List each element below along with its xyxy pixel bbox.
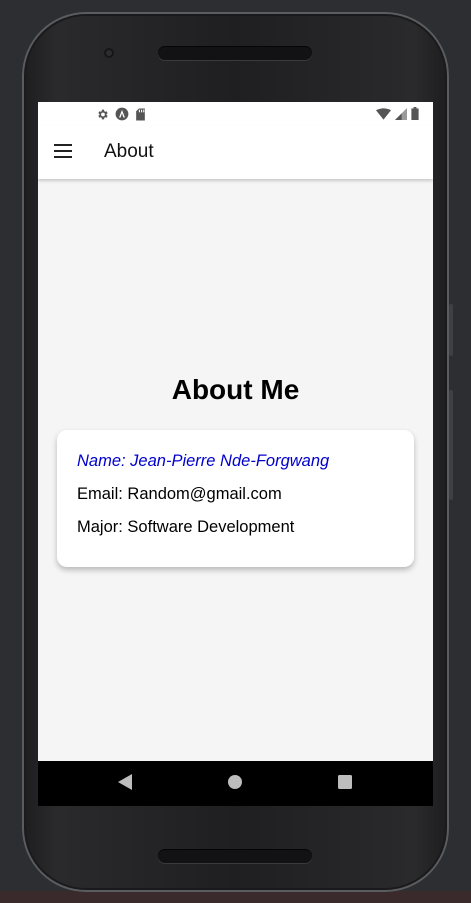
recents-icon: [338, 774, 352, 794]
power-button[interactable]: [449, 304, 453, 356]
menu-icon: [54, 143, 72, 163]
page-heading: About Me: [171, 374, 300, 405]
app-bar: About: [38, 126, 433, 179]
settings-icon: [96, 108, 109, 126]
emulator-stage: About About Me Name: Jean-Pierre Nde-For…: [0, 0, 471, 903]
appbar-title: About: [104, 141, 154, 162]
wifi-icon: [376, 107, 391, 125]
profile-email: Email: Random@gmail.com: [77, 485, 282, 503]
back-icon: [118, 773, 132, 795]
battery-icon: [411, 107, 419, 125]
top-speaker: [158, 46, 312, 60]
profile-name: Name: Jean-Pierre Nde-Forgwang: [77, 452, 330, 470]
volume-button[interactable]: [449, 390, 453, 500]
profile-major: Major: Software Development: [77, 518, 295, 536]
status-bar: [38, 102, 433, 126]
back-button[interactable]: [116, 773, 134, 795]
status-icons-right: [376, 107, 419, 125]
cell-signal-icon: [395, 107, 407, 125]
recents-button[interactable]: [336, 774, 354, 794]
front-camera: [104, 48, 114, 58]
home-button[interactable]: [226, 774, 244, 794]
window-bottom-strip: [0, 891, 471, 903]
bottom-speaker: [158, 849, 312, 863]
android-studio-icon: [115, 107, 129, 126]
profile-card: Name: Jean-Pierre Nde-Forgwang Email: Ra…: [57, 430, 414, 567]
menu-button[interactable]: [52, 142, 74, 164]
home-icon: [228, 774, 242, 794]
sd-card-icon: [135, 108, 146, 126]
navigation-bar: [38, 761, 433, 806]
status-icons-left: [96, 107, 146, 126]
phone-screen: About About Me Name: Jean-Pierre Nde-For…: [38, 102, 433, 806]
